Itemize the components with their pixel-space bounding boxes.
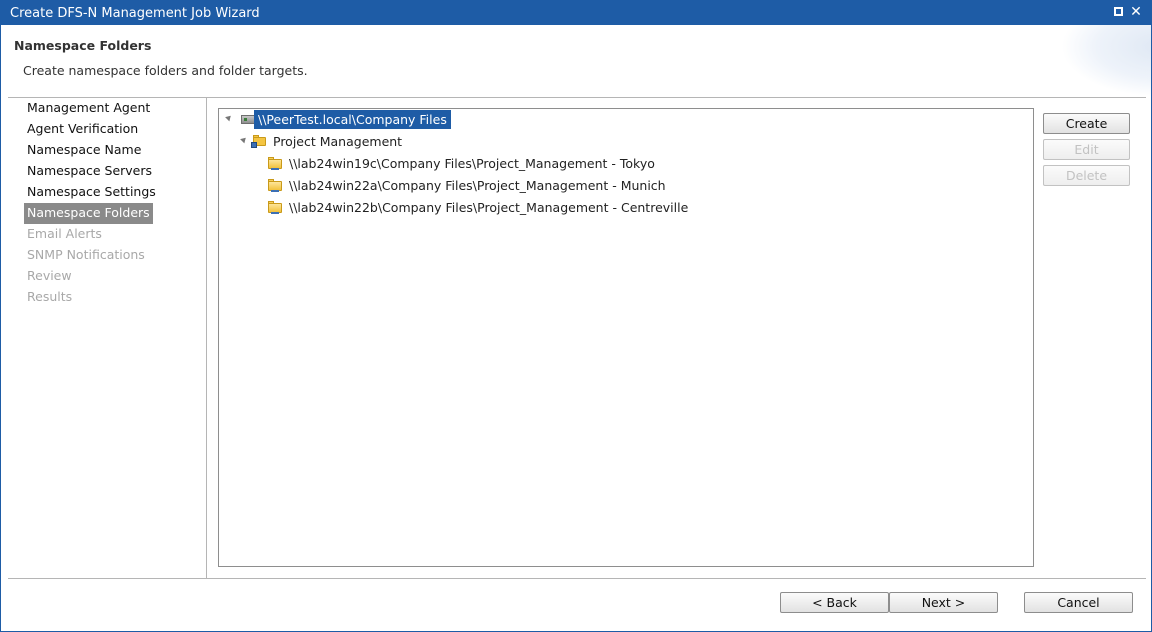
nav-step-namespace-name[interactable]: Namespace Name	[24, 140, 144, 161]
title-bar[interactable]: Create DFS-N Management Job Wizard ✕	[1, 1, 1151, 25]
header-decoration	[1061, 25, 1151, 97]
nav-step-email-alerts: Email Alerts	[27, 226, 102, 241]
nav-step-management-agent[interactable]: Management Agent	[24, 98, 153, 119]
maximize-icon[interactable]	[1111, 5, 1125, 19]
create-button[interactable]: Create	[1043, 113, 1130, 134]
namespace-tree[interactable]: \\PeerTest.local\Company Files Project M…	[218, 108, 1034, 567]
nav-step-results: Results	[27, 289, 73, 304]
nav-step-namespace-servers[interactable]: Namespace Servers	[24, 161, 155, 182]
nav-step-snmp-notifications: SNMP Notifications	[27, 247, 145, 262]
next-button[interactable]: Next >	[889, 592, 998, 613]
tree-node-namespace-root[interactable]: \\PeerTest.local\Company Files	[225, 109, 465, 129]
nav-step-namespace-folders[interactable]: Namespace Folders	[24, 203, 153, 224]
tree-node-label: \\lab24win22a\Company Files\Project_Mana…	[289, 178, 666, 193]
edit-button: Edit	[1043, 139, 1130, 160]
back-button[interactable]: < Back	[780, 592, 889, 613]
collapse-arrow-icon[interactable]	[240, 135, 248, 144]
nav-step-namespace-settings[interactable]: Namespace Settings	[24, 182, 159, 203]
tree-node-label: Project Management	[273, 134, 403, 149]
wizard-window: Create DFS-N Management Job Wizard ✕ Nam…	[0, 0, 1152, 632]
wizard-steps-nav: Management Agent Agent Verification Name…	[8, 98, 207, 578]
tree-node-label: \\lab24win22b\Company Files\Project_Mana…	[289, 200, 689, 215]
close-icon[interactable]: ✕	[1129, 5, 1143, 19]
collapse-arrow-icon[interactable]	[225, 113, 233, 122]
nav-step-agent-verification[interactable]: Agent Verification	[24, 119, 141, 140]
shared-folder-icon	[267, 178, 283, 192]
page-subtitle: Create namespace folders and folder targ…	[23, 63, 308, 78]
page-title: Namespace Folders	[14, 38, 152, 53]
shared-folder-icon	[267, 156, 283, 170]
tree-node-label: \\PeerTest.local\Company Files	[254, 110, 451, 129]
cancel-button[interactable]: Cancel	[1024, 592, 1133, 613]
nav-step-review: Review	[27, 268, 72, 283]
shared-folder-icon	[267, 200, 283, 214]
wizard-header: Namespace Folders Create namespace folde…	[1, 25, 1151, 97]
tree-node-folder-target[interactable]: \\lab24win19c\Company Files\Project_Mana…	[267, 153, 687, 173]
tree-node-folder[interactable]: Project Management	[240, 131, 441, 151]
window-title: Create DFS-N Management Job Wizard	[10, 6, 260, 21]
tree-node-folder-target[interactable]: \\lab24win22a\Company Files\Project_Mana…	[267, 175, 687, 195]
delete-button: Delete	[1043, 165, 1130, 186]
tree-node-folder-target[interactable]: \\lab24win22b\Company Files\Project_Mana…	[267, 197, 707, 217]
footer-divider	[8, 578, 1146, 579]
tree-node-label: \\lab24win19c\Company Files\Project_Mana…	[289, 156, 655, 171]
namespace-folder-icon	[251, 134, 267, 148]
